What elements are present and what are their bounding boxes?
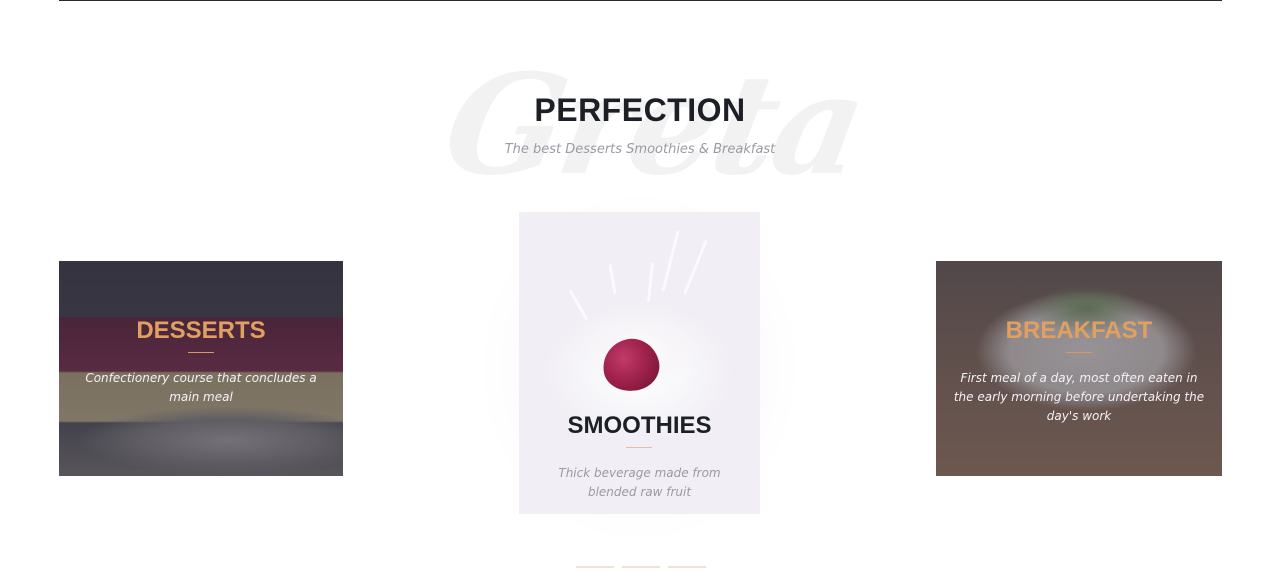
decoration-mark — [668, 566, 706, 568]
milk-splash — [683, 239, 708, 295]
card-description: Thick beverage made from blended raw fru… — [558, 466, 721, 499]
card-description: Confectionery course that concludes a ma… — [85, 371, 317, 404]
card-divider — [626, 447, 652, 448]
milk-splash — [661, 230, 680, 292]
decoration-mark — [576, 566, 614, 568]
desserts-card[interactable]: DESSERTS Confectionery course that concl… — [59, 261, 343, 476]
card-title: DESSERTS — [136, 317, 266, 344]
card-description: First meal of a day, most often eaten in… — [953, 371, 1205, 423]
raspberry-image — [598, 333, 664, 397]
breakfast-card[interactable]: BREAKFAST First meal of a day, most ofte… — [936, 261, 1222, 476]
decoration-mark — [622, 566, 660, 568]
milk-splash — [608, 263, 617, 295]
card-title: SMOOTHIES — [567, 412, 712, 439]
top-divider — [59, 0, 1222, 1]
section-title: PERFECTION — [534, 92, 746, 128]
card-title: BREAKFAST — [1005, 317, 1153, 344]
milk-splash — [568, 289, 589, 321]
bottom-decoration — [576, 566, 706, 570]
card-divider — [1066, 352, 1092, 353]
section-subtitle: The best Desserts Smoothies & Breakfast — [504, 142, 776, 157]
card-divider — [188, 352, 214, 353]
smoothies-card[interactable]: SMOOTHIES Thick beverage made from blend… — [519, 212, 760, 514]
milk-splash — [646, 261, 655, 303]
